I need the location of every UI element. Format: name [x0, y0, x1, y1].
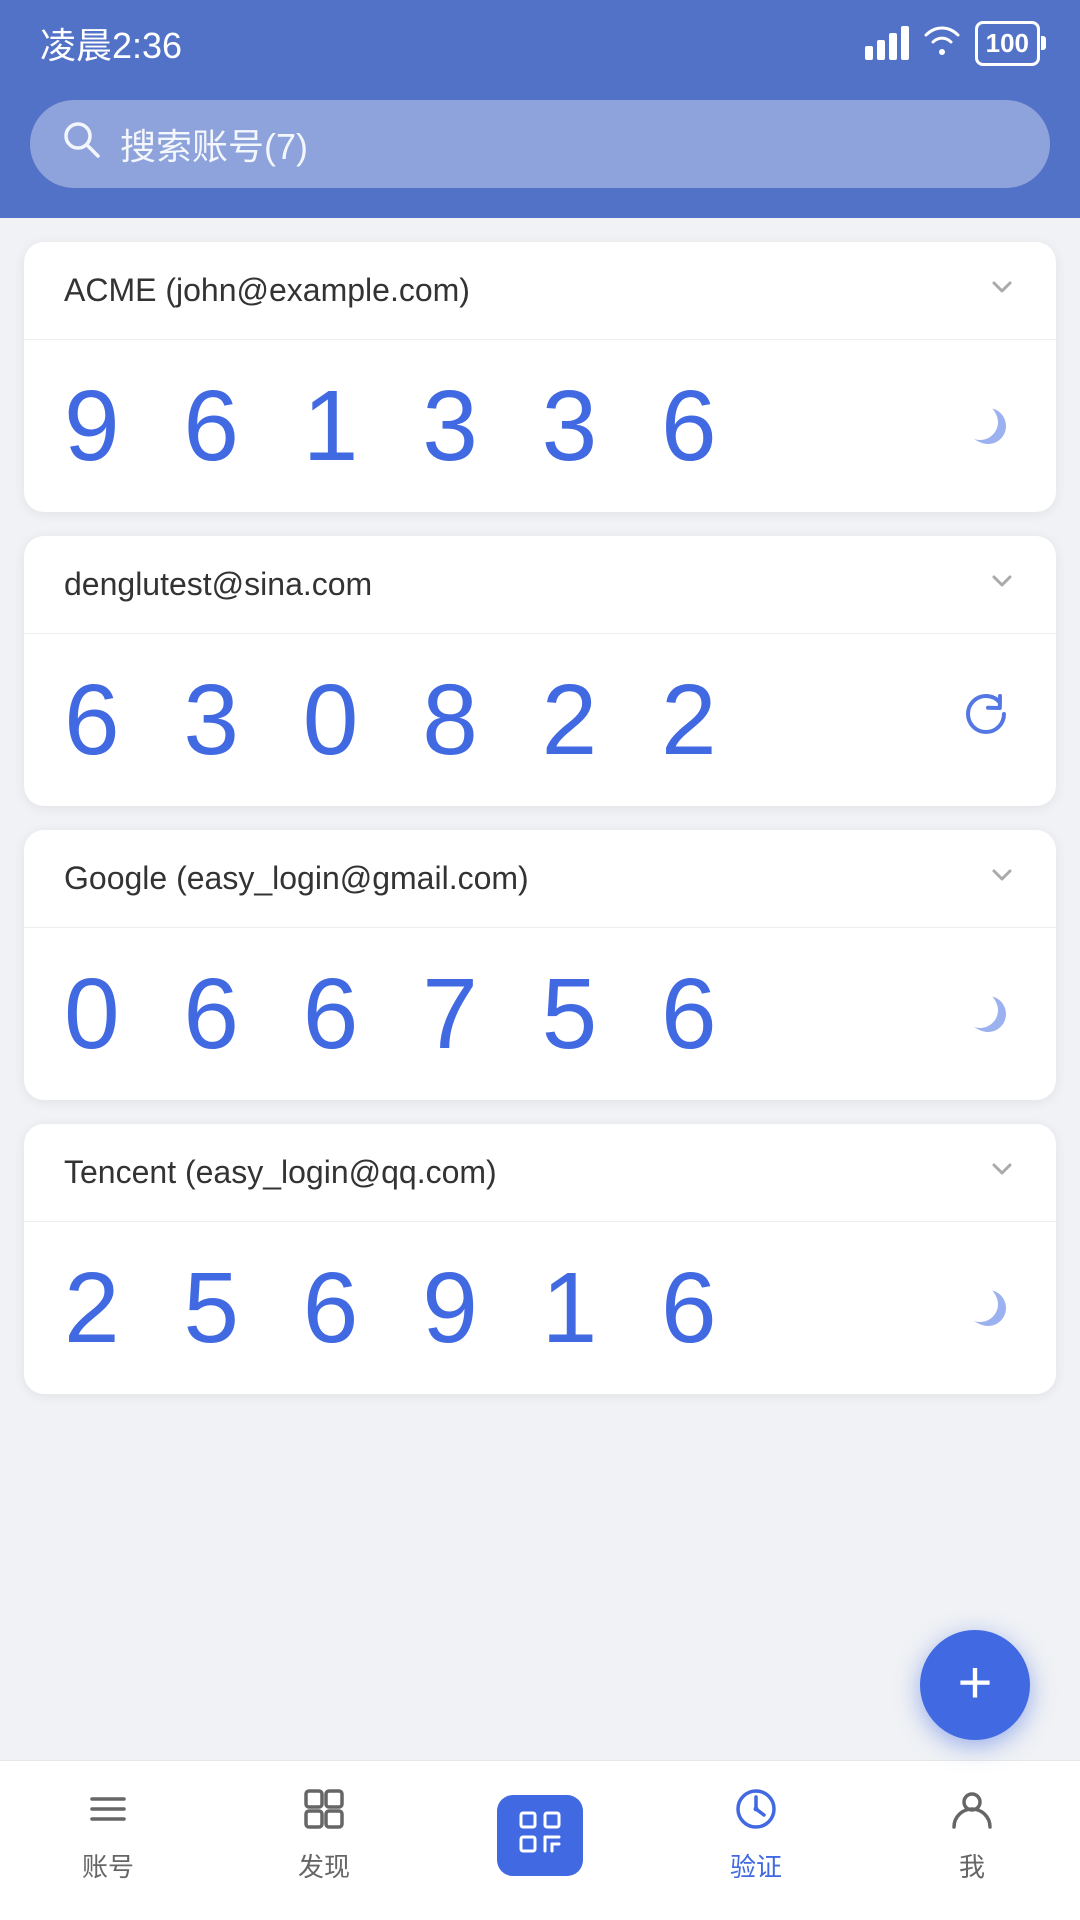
plus-icon: +	[957, 1653, 992, 1713]
otp-code-google: 0 6 6 7 5 6	[64, 964, 735, 1064]
add-button[interactable]: +	[920, 1630, 1030, 1740]
accounts-icon	[86, 1787, 130, 1839]
account-code-row-denglutest[interactable]: 6 3 0 8 2 2	[24, 634, 1056, 806]
battery-icon: 100	[975, 21, 1040, 66]
nav-item-scan[interactable]	[432, 1795, 648, 1876]
account-header-acme[interactable]: ACME (john@example.com)	[24, 242, 1056, 340]
account-card-denglutest[interactable]: denglutest@sina.com 6 3 0 8 2 2	[24, 536, 1056, 806]
search-placeholder: 搜索账号(7)	[120, 118, 308, 170]
status-icons: 100	[865, 21, 1040, 66]
account-name-denglutest: denglutest@sina.com	[64, 566, 372, 603]
account-name-acme: ACME (john@example.com)	[64, 272, 470, 309]
status-time: 凌晨2:36	[40, 17, 182, 69]
chevron-down-icon	[988, 567, 1016, 603]
moon-status-icon	[960, 1267, 1016, 1349]
discover-icon	[302, 1787, 346, 1839]
chevron-down-icon	[988, 861, 1016, 897]
nav-item-accounts[interactable]: 账号	[0, 1787, 216, 1884]
search-icon	[62, 120, 100, 168]
refresh-icon	[956, 684, 1016, 744]
moon-icon	[960, 394, 1016, 450]
header: 搜索账号(7)	[0, 80, 1080, 218]
chevron-down-icon	[988, 1155, 1016, 1191]
account-header-tencent[interactable]: Tencent (easy_login@qq.com)	[24, 1124, 1056, 1222]
account-card-google[interactable]: Google (easy_login@gmail.com) 0 6 6 7 5 …	[24, 830, 1056, 1100]
wifi-icon	[923, 23, 961, 63]
account-list: ACME (john@example.com) 9 6 1 3 3 6 deng…	[0, 218, 1080, 1920]
otp-code-acme: 9 6 1 3 3 6	[64, 376, 735, 476]
account-code-row-tencent[interactable]: 2 5 6 9 1 6	[24, 1222, 1056, 1394]
refresh-status-icon	[956, 679, 1016, 761]
account-name-google: Google (easy_login@gmail.com)	[64, 860, 529, 897]
account-name-tencent: Tencent (easy_login@qq.com)	[64, 1154, 497, 1191]
bottom-nav: 账号 发现	[0, 1760, 1080, 1920]
moon-icon	[960, 982, 1016, 1038]
nav-item-me[interactable]: 我	[864, 1787, 1080, 1884]
chevron-down-icon	[988, 273, 1016, 309]
verify-icon	[734, 1787, 778, 1839]
account-header-denglutest[interactable]: denglutest@sina.com	[24, 536, 1056, 634]
nav-label-discover: 发现	[298, 1847, 350, 1884]
moon-icon	[960, 1276, 1016, 1332]
otp-code-tencent: 2 5 6 9 1 6	[64, 1258, 735, 1358]
nav-item-verify[interactable]: 验证	[648, 1787, 864, 1884]
me-icon	[950, 1787, 994, 1839]
status-bar: 凌晨2:36 100	[0, 0, 1080, 80]
moon-status-icon	[960, 973, 1016, 1055]
account-card-acme[interactable]: ACME (john@example.com) 9 6 1 3 3 6	[24, 242, 1056, 512]
otp-code-denglutest: 6 3 0 8 2 2	[64, 670, 735, 770]
nav-item-discover[interactable]: 发现	[216, 1787, 432, 1884]
nav-label-me: 我	[959, 1847, 985, 1884]
account-card-tencent[interactable]: Tencent (easy_login@qq.com) 2 5 6 9 1 6	[24, 1124, 1056, 1394]
account-header-google[interactable]: Google (easy_login@gmail.com)	[24, 830, 1056, 928]
nav-label-verify: 验证	[730, 1847, 782, 1884]
moon-status-icon	[960, 385, 1016, 467]
scan-icon	[497, 1795, 583, 1876]
nav-label-accounts: 账号	[82, 1847, 134, 1884]
search-bar[interactable]: 搜索账号(7)	[30, 100, 1050, 188]
signal-icon	[865, 26, 909, 60]
account-code-row-acme[interactable]: 9 6 1 3 3 6	[24, 340, 1056, 512]
account-code-row-google[interactable]: 0 6 6 7 5 6	[24, 928, 1056, 1100]
